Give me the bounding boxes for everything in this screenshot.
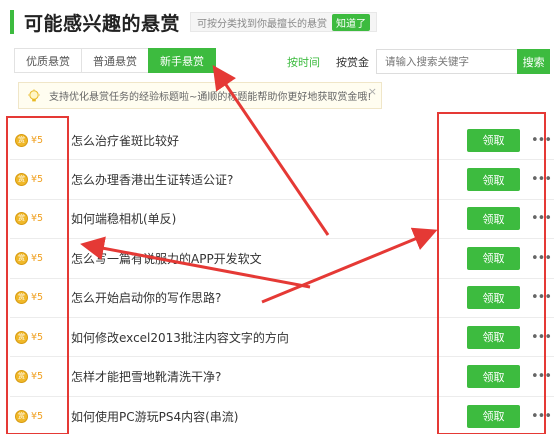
question-link[interactable]: 如何端稳相机(单反) — [71, 210, 176, 227]
list-item: 赏 ¥5 如何端稳相机(单反) 领取 ••• — [10, 200, 554, 240]
more-icon[interactable]: ••• — [531, 409, 552, 424]
claim-button[interactable]: 领取 — [467, 168, 520, 192]
question-link[interactable]: 怎么写一篇有说服力的APP开发软文 — [71, 250, 262, 267]
tab-newbie[interactable]: 新手悬赏 — [148, 48, 216, 73]
question-link[interactable]: 如何使用PC游玩PS4内容(串流) — [71, 408, 238, 425]
lightbulb-icon — [28, 88, 40, 101]
question-link[interactable]: 怎么办理香港出生证转适公证? — [71, 171, 233, 188]
reward-amount: ¥5 — [31, 213, 44, 225]
more-icon[interactable]: ••• — [531, 133, 552, 148]
section-title: 可能感兴趣的悬赏 — [24, 12, 181, 35]
reward-amount: ¥5 — [31, 174, 44, 186]
more-icon[interactable]: ••• — [531, 290, 552, 305]
reward-amount: ¥5 — [31, 331, 44, 343]
coin-icon: 赏 — [15, 291, 28, 305]
list-item: 赏 ¥5 怎么开始启动你的写作思路? 领取 ••• — [10, 279, 554, 318]
tab-quality[interactable]: 优质悬赏 — [14, 48, 82, 73]
question-link[interactable]: 怎样才能把雪地靴清洗干净? — [71, 368, 221, 385]
sort-by-time[interactable]: 按时间 — [287, 54, 320, 70]
coin-icon: 赏 — [15, 409, 28, 423]
coin-icon: 赏 — [15, 212, 28, 226]
section-header: 可能感兴趣的悬赏 可按分类找到你最擅长的悬赏 知道了 — [10, 8, 378, 36]
list-item: 赏 ¥5 怎么办理香港出生证转适公证? 领取 ••• — [10, 160, 554, 200]
coin-icon: 赏 — [15, 370, 28, 384]
search-bar: 搜索 — [376, 49, 550, 74]
claim-button[interactable]: 领取 — [467, 325, 520, 349]
reward-amount: ¥5 — [31, 410, 44, 422]
more-icon[interactable]: ••• — [531, 172, 552, 187]
claim-button[interactable]: 领取 — [467, 246, 520, 270]
tip-box: 可按分类找到你最擅长的悬赏 知道了 — [190, 12, 378, 32]
coin-icon: 赏 — [15, 173, 28, 187]
question-link[interactable]: 如何修改excel2013批注内容文字的方向 — [71, 329, 289, 346]
tip-text: 可按分类找到你最擅长的悬赏 — [197, 18, 328, 30]
question-link[interactable]: 怎么开始启动你的写作思路? — [71, 289, 221, 306]
claim-button[interactable]: 领取 — [467, 286, 520, 310]
reward-amount: ¥5 — [31, 371, 44, 383]
claim-button[interactable]: 领取 — [467, 404, 520, 428]
close-icon[interactable]: × — [368, 85, 377, 98]
category-tabs: 优质悬赏 普通悬赏 新手悬赏 — [14, 48, 216, 73]
question-link[interactable]: 怎么治疗雀斑比较好 — [71, 132, 179, 149]
coin-icon: 赏 — [15, 133, 28, 147]
reward-amount: ¥5 — [31, 292, 44, 304]
list-item: 赏 ¥5 怎样才能把雪地靴清洗干净? 领取 ••• — [10, 357, 554, 397]
tip-ok-button[interactable]: 知道了 — [332, 13, 371, 31]
notice-bar: 支持优化悬赏任务的经验标题啦~通顺的标题能帮助你更好地获取赏金哦! × — [18, 82, 382, 109]
claim-button[interactable]: 领取 — [467, 365, 520, 389]
sort-options: 按时间 按赏金 — [287, 54, 369, 70]
notice-text: 支持优化悬赏任务的经验标题啦~通顺的标题能帮助你更好地获取赏金哦! — [49, 92, 372, 103]
tab-normal[interactable]: 普通悬赏 — [81, 48, 149, 73]
reward-amount: ¥5 — [31, 252, 44, 264]
search-input[interactable] — [376, 49, 518, 74]
list-item: 赏 ¥5 如何使用PC游玩PS4内容(串流) 领取 ••• — [10, 397, 554, 434]
claim-button[interactable]: 领取 — [467, 207, 520, 231]
coin-icon: 赏 — [15, 330, 28, 344]
sort-by-reward[interactable]: 按赏金 — [336, 54, 369, 70]
list-item: 赏 ¥5 怎么治疗雀斑比较好 领取 ••• — [10, 121, 554, 161]
list-item: 赏 ¥5 怎么写一篇有说服力的APP开发软文 领取 ••• — [10, 239, 554, 279]
claim-button[interactable]: 领取 — [467, 128, 520, 152]
bounty-list: 赏 ¥5 怎么治疗雀斑比较好 领取 ••• 赏 ¥5 怎么办理香港出生证转适公证… — [10, 121, 554, 434]
list-item: 赏 ¥5 如何修改excel2013批注内容文字的方向 领取 ••• — [10, 318, 554, 358]
more-icon[interactable]: ••• — [531, 211, 552, 226]
more-icon[interactable]: ••• — [531, 330, 552, 345]
more-icon[interactable]: ••• — [531, 369, 552, 384]
reward-amount: ¥5 — [31, 134, 44, 146]
coin-icon: 赏 — [15, 251, 28, 265]
title-accent-bar — [10, 10, 14, 34]
more-icon[interactable]: ••• — [531, 251, 552, 266]
search-button[interactable]: 搜索 — [517, 49, 550, 74]
